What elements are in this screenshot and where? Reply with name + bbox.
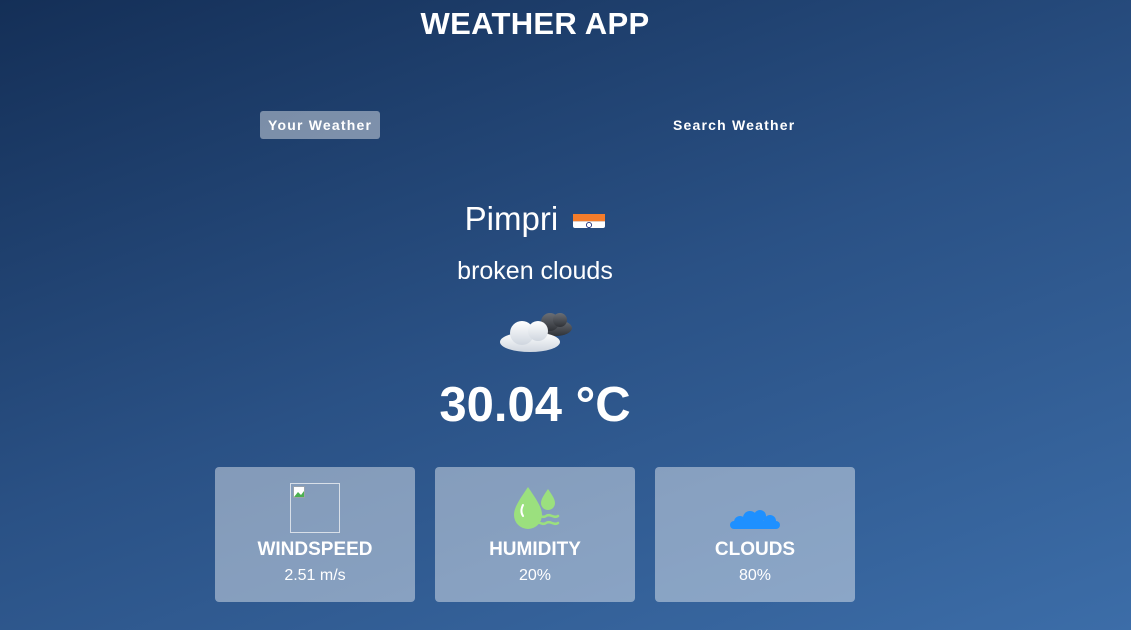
- tab-your-weather[interactable]: Your Weather: [260, 111, 381, 139]
- windspeed-title: WINDSPEED: [257, 539, 373, 560]
- clouds-card: CLOUDS 80%: [655, 467, 855, 602]
- broken-image-icon: [290, 483, 340, 533]
- windspeed-value: 2.51 m/s: [284, 567, 346, 584]
- humidity-value: 20%: [518, 567, 552, 584]
- city-name: Pimpri: [464, 200, 559, 237]
- temperature: 30.04 °C: [439, 378, 631, 432]
- clouds-title: CLOUDS: [714, 539, 796, 560]
- humidity-card: HUMIDITY 20%: [435, 467, 635, 602]
- weather-description: broken clouds: [457, 257, 613, 285]
- windspeed-card: WINDSPEED 2.51 m/s: [215, 467, 415, 602]
- clouds-icon: [730, 483, 780, 533]
- clouds-value: 80%: [738, 567, 772, 584]
- broken-clouds-icon: [494, 306, 578, 358]
- humidity-icon: [510, 483, 560, 533]
- app-title: WEATHER APP: [420, 6, 650, 41]
- india-flag-icon: [573, 206, 606, 228]
- tab-search-weather[interactable]: Search Weather: [665, 111, 803, 139]
- humidity-title: HUMIDITY: [489, 539, 581, 560]
- city-row: Pimpri: [0, 200, 1070, 238]
